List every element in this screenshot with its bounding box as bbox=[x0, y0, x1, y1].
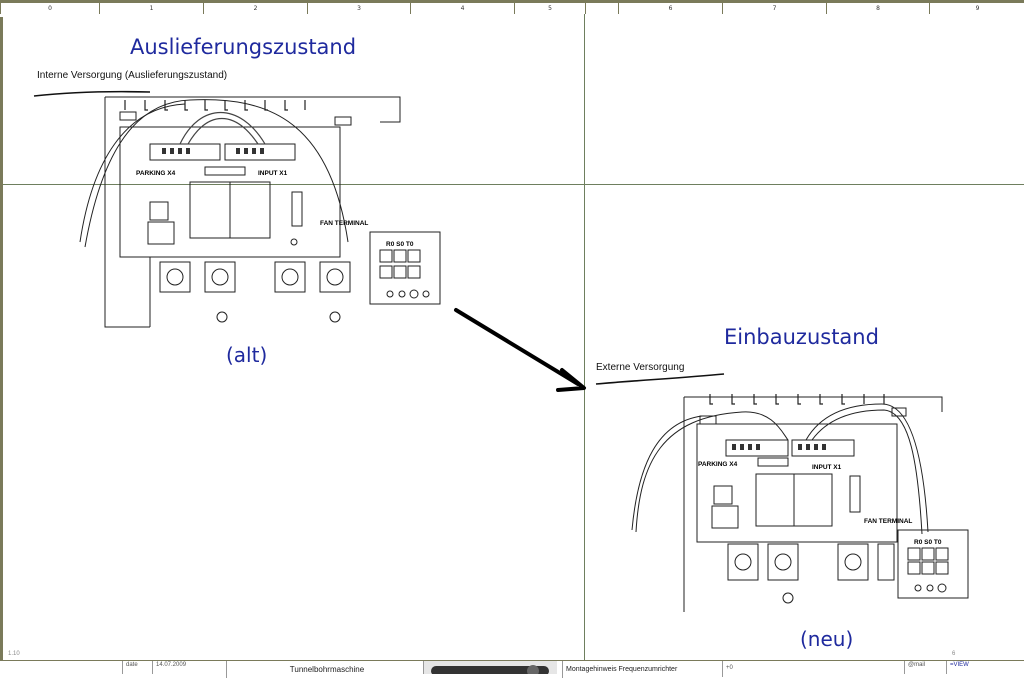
right-panel-caption: (neu) bbox=[800, 627, 854, 651]
footer-doc-code: +0 bbox=[722, 661, 756, 677]
ruler-cell-2: 2 bbox=[203, 3, 307, 14]
left-panel-title: Auslieferungszustand bbox=[130, 35, 357, 59]
left-wiring-diagram: PARKING X4 INPUT X1 FAN TERMINAL R0 S0 T… bbox=[33, 90, 441, 328]
right-label-input: INPUT X1 bbox=[812, 464, 842, 471]
right-label-rst: R0 S0 T0 bbox=[914, 539, 942, 546]
left-label-input: INPUT X1 bbox=[258, 170, 288, 177]
right-panel-title: Einbauzustand bbox=[724, 325, 879, 349]
footer-date-label: date bbox=[122, 661, 152, 674]
footer-doc-title: Montagehinweis Frequenzumrichter bbox=[562, 661, 724, 678]
company-logo-icon bbox=[431, 665, 549, 674]
ruler-cell-gap bbox=[585, 3, 618, 14]
ruler-cell-5: 5 bbox=[514, 3, 585, 14]
ruler-cell-1: 1 bbox=[99, 3, 203, 14]
ruler-cell-8: 8 bbox=[826, 3, 929, 14]
right-corner-number: 6 bbox=[952, 651, 956, 657]
sheet-left-border bbox=[0, 0, 3, 673]
footer-email-label: @mail bbox=[904, 661, 948, 674]
left-panel-subtitle: Interne Versorgung (Auslieferungszustand… bbox=[37, 70, 228, 81]
right-label-parking: PARKING X4 bbox=[698, 461, 738, 468]
footer-view-label: =VIEW bbox=[946, 661, 1024, 674]
footer-logo bbox=[423, 661, 557, 674]
left-subtitle-underline bbox=[33, 90, 151, 97]
column-ruler: 0 1 2 3 4 5 6 7 8 9 bbox=[0, 0, 1024, 17]
ruler-cell-6: 6 bbox=[618, 3, 722, 14]
left-label-parking: PARKING X4 bbox=[136, 170, 176, 177]
ruler-cell-0: 0 bbox=[0, 3, 99, 14]
right-subtitle-underline bbox=[595, 373, 725, 385]
footer-project: Tunnelbohrmaschine bbox=[226, 661, 424, 678]
ruler-cell-3: 3 bbox=[307, 3, 410, 14]
left-label-fan: FAN TERMINAL bbox=[320, 220, 368, 227]
footer-date-value: 14.07.2009 bbox=[152, 661, 226, 674]
left-corner-number: 1.10 bbox=[8, 651, 20, 657]
title-block: date 14.07.2009 Tunnelbohrmaschine Monta… bbox=[0, 660, 1024, 678]
transition-arrow bbox=[454, 308, 586, 392]
right-label-fan: FAN TERMINAL bbox=[864, 518, 912, 525]
drawing-sheet: 0 1 2 3 4 5 6 7 8 9 Auslieferungszustand… bbox=[0, 0, 1024, 678]
right-wiring-diagram: PARKING X4 INPUT X1 FAN TERMINAL R0 S0 T… bbox=[595, 373, 969, 612]
ruler-cell-7: 7 bbox=[722, 3, 826, 14]
left-label-rst: R0 S0 T0 bbox=[386, 241, 414, 248]
left-panel-caption: (alt) bbox=[226, 343, 268, 367]
ruler-cell-4: 4 bbox=[410, 3, 514, 14]
ruler-cell-9: 9 bbox=[929, 3, 1024, 14]
